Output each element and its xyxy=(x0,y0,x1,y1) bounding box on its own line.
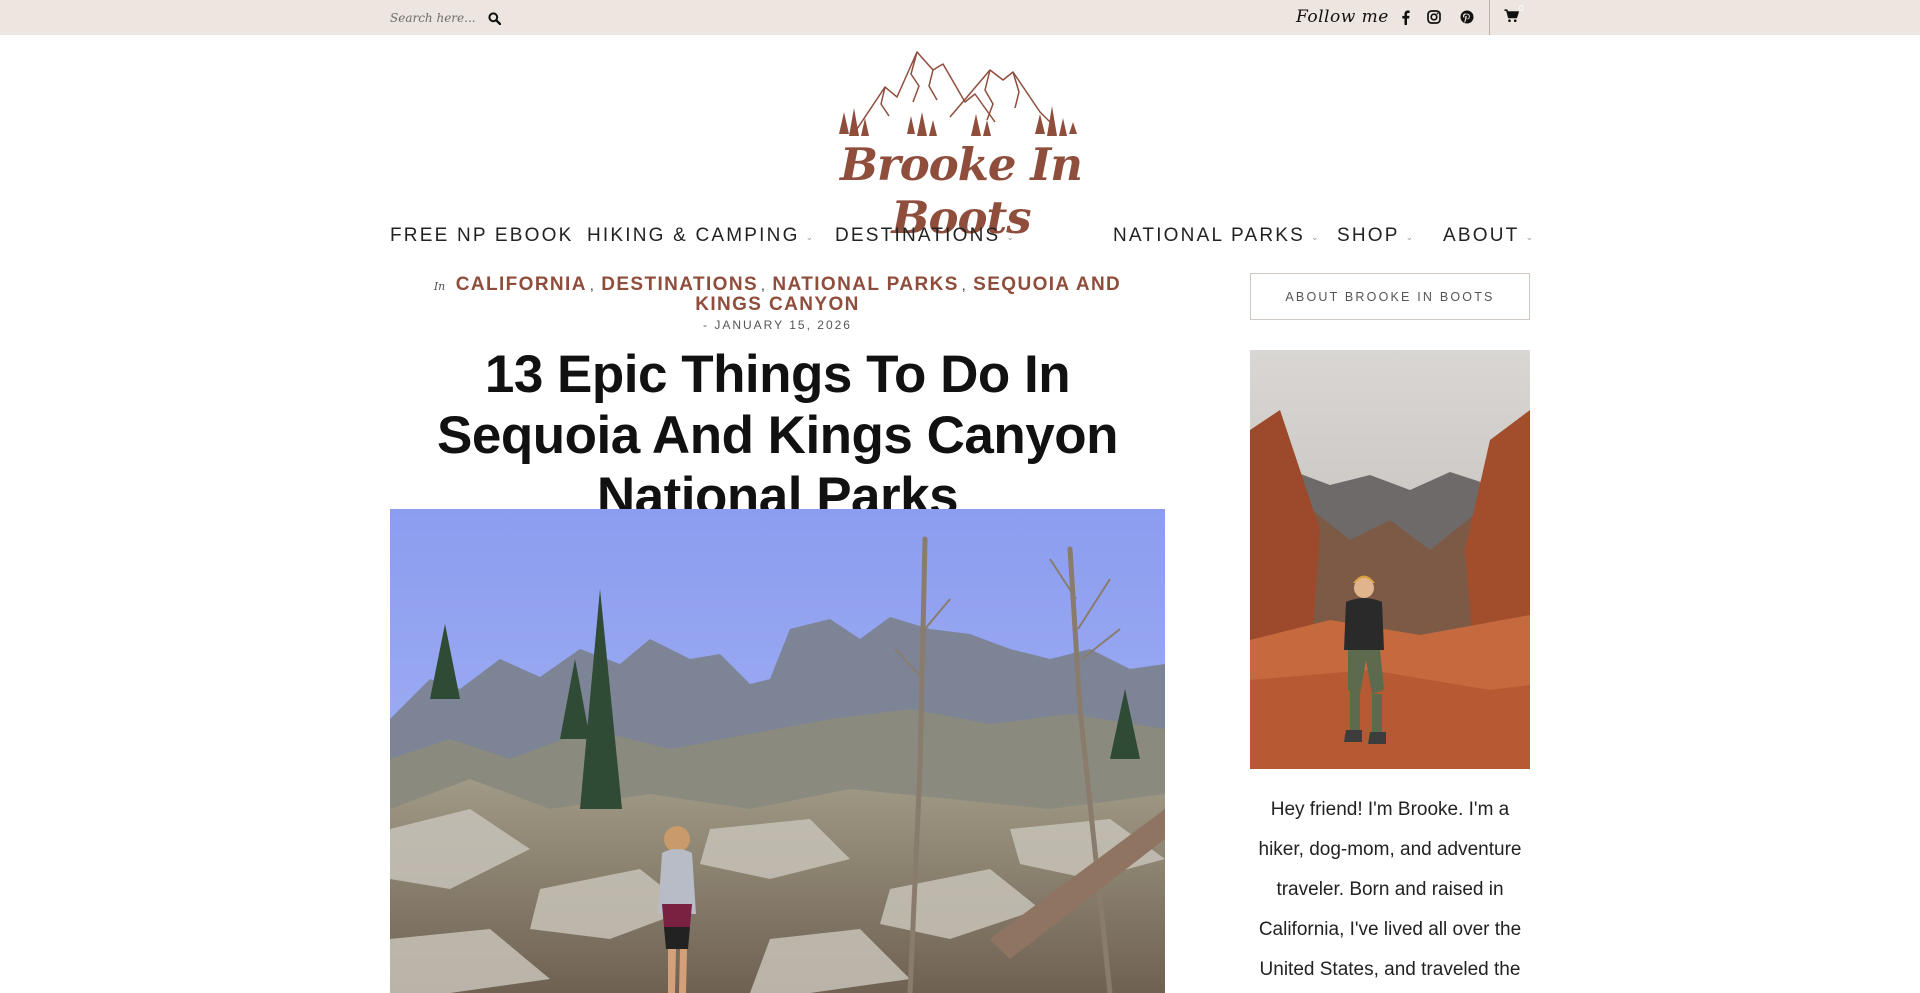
author-bio: Hey friend! I'm Brooke. I'm a hiker, dog… xyxy=(1258,799,1522,980)
nav-item-hiking-camping[interactable]: HIKING & CAMPING ⌄ xyxy=(587,224,815,248)
nav-item-national-parks[interactable]: NATIONAL PARKS ⌄ xyxy=(1113,224,1321,248)
nav-item-free-np-ebook[interactable]: FREE NP EBOOK xyxy=(390,224,573,248)
search-form xyxy=(390,6,502,30)
site-logo[interactable]: Brooke In Boots xyxy=(825,42,1097,244)
follow-me-label: Follow me xyxy=(1296,7,1389,27)
mountain-logo-icon xyxy=(839,51,1077,136)
facebook-icon[interactable] xyxy=(1397,9,1413,25)
post-title: 13 Epic Things To Do In Sequoia And King… xyxy=(437,345,1118,526)
about-brooke-button[interactable]: ABOUT BROOKE IN BOOTS xyxy=(1250,273,1530,320)
chevron-down-icon: ⌄ xyxy=(1006,231,1017,242)
top-bar: Follow me 0 xyxy=(0,0,1920,35)
nav-item-label: ABOUT xyxy=(1443,225,1520,246)
chevron-down-icon: ⌄ xyxy=(1405,231,1416,242)
hero-image xyxy=(390,509,1165,993)
category-link-california[interactable]: CALIFORNIA xyxy=(456,274,587,295)
search-input[interactable] xyxy=(390,7,478,29)
nav-item-label: NATIONAL PARKS xyxy=(1113,225,1305,246)
pinterest-icon[interactable] xyxy=(1459,9,1475,25)
chevron-down-icon: ⌄ xyxy=(805,231,816,242)
category-link-national-parks[interactable]: NATIONAL PARKS xyxy=(772,274,958,295)
topbar-divider xyxy=(1489,0,1490,35)
post-categories: In CALIFORNIA, DESTINATIONS, NATIONAL PA… xyxy=(410,274,1145,315)
nav-item-destinations[interactable]: DESTINATIONS ⌄ xyxy=(835,224,1016,248)
cart-count: 0 xyxy=(1519,4,1524,13)
nav-item-shop[interactable]: SHOP ⌄ xyxy=(1337,224,1415,248)
nav-item-label: SHOP xyxy=(1337,225,1400,246)
in-label: In xyxy=(433,280,446,293)
nav-item-label: FREE NP EBOOK xyxy=(390,225,574,246)
chevron-down-icon: ⌄ xyxy=(1311,231,1321,242)
category-separator: , xyxy=(961,277,966,293)
nav-item-label: DESTINATIONS xyxy=(835,225,1001,246)
nav-item-label: HIKING & CAMPING xyxy=(587,225,800,246)
author-photo xyxy=(1250,350,1530,769)
instagram-icon[interactable] xyxy=(1426,9,1442,25)
category-separator: , xyxy=(589,277,594,293)
post-date: - JANUARY 15, 2026 xyxy=(703,318,852,332)
category-separator: , xyxy=(761,277,765,293)
category-link-destinations[interactable]: DESTINATIONS xyxy=(601,274,758,295)
chevron-down-icon: ⌄ xyxy=(1525,231,1536,242)
nav-item-about[interactable]: ABOUT ⌄ xyxy=(1443,224,1535,248)
search-icon[interactable] xyxy=(486,10,502,26)
